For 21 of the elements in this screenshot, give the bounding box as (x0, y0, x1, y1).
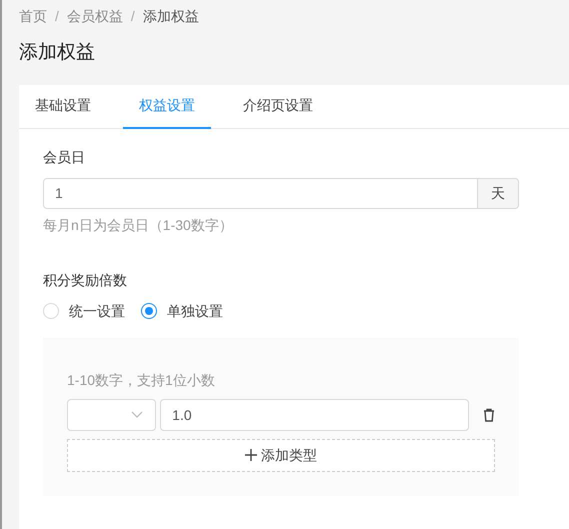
hint-text: 1-10数字，支持1位小数 (67, 370, 216, 390)
trash-icon (483, 408, 495, 422)
breadcrumb-separator: / (130, 8, 135, 24)
tab[interactable]: 基础设置 (19, 84, 107, 128)
add-type-button[interactable]: 添加类型 (67, 438, 495, 472)
radio-label[interactable]: 单独设置 (167, 300, 223, 322)
multiplier-input[interactable]: 1.0 (160, 398, 469, 430)
field-label: 会员日 (43, 148, 86, 166)
breadcrumb-separator: / (55, 8, 59, 24)
delete-button[interactable] (483, 408, 495, 422)
field-label: 积分奖励倍数 (43, 270, 128, 290)
unit-addon: 天 (478, 178, 519, 208)
plus-icon (245, 449, 257, 461)
member-day-input[interactable]: 1 (43, 178, 478, 208)
breadcrumb-current: 添加权益 (142, 8, 199, 24)
chevron-down-icon (131, 410, 144, 418)
hint-text: 每月n日为会员日（1-30数字） (43, 216, 234, 234)
radio-button[interactable] (141, 303, 157, 319)
radio-label[interactable]: 统一设置 (69, 300, 125, 322)
tab[interactable]: 介绍页设置 (227, 84, 329, 128)
page-title: 添加权益 (19, 41, 96, 65)
